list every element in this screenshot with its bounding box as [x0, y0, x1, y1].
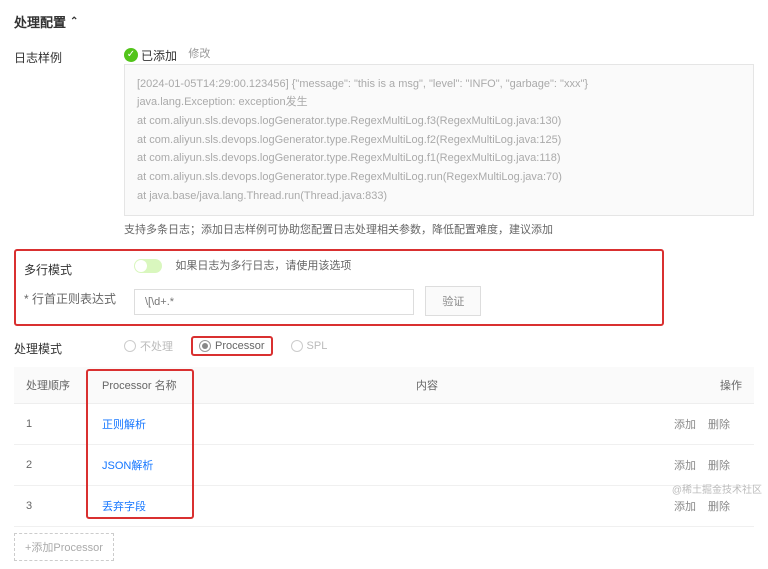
regex-label: * 行首正则表达式	[24, 286, 134, 307]
table-row: 2 JSON解析 添加删除	[14, 444, 754, 485]
log-sample-label: 日志样例	[14, 45, 124, 66]
cell-content	[200, 444, 654, 485]
table-row: 1 正则解析 添加删除	[14, 403, 754, 444]
log-sample-box: [2024-01-05T14:29:00.123456] {"message":…	[124, 64, 754, 217]
add-processor-button[interactable]: +添加Processor	[14, 533, 114, 561]
highlight-box-processor: Processor	[191, 336, 273, 356]
delete-link[interactable]: 删除	[708, 419, 730, 431]
log-line: java.lang.Exception: exception发生	[137, 93, 741, 112]
multiline-label: 多行模式	[24, 257, 134, 278]
processor-link[interactable]: JSON解析	[102, 460, 153, 472]
cell-content	[200, 403, 654, 444]
log-line: at com.aliyun.sls.devops.logGenerator.ty…	[137, 131, 741, 150]
delete-link[interactable]: 删除	[708, 460, 730, 472]
multiline-desc: 如果日志为多行日志，请使用该选项	[175, 260, 351, 272]
th-content: 内容	[200, 367, 654, 404]
th-order: 处理顺序	[14, 367, 90, 404]
radio-spl[interactable]: SPL	[291, 340, 328, 352]
highlight-box-multiline: 多行模式 如果日志为多行日志，请使用该选项 * 行首正则表达式 验证	[14, 249, 664, 326]
mode-radio-group: 不处理 Processor SPL	[124, 336, 754, 356]
log-line: at java.base/java.lang.Thread.run(Thread…	[137, 187, 741, 206]
regex-input[interactable]	[134, 289, 414, 315]
log-line: at com.aliyun.sls.devops.logGenerator.ty…	[137, 112, 741, 131]
th-ops: 操作	[654, 367, 754, 404]
processor-link[interactable]: 正则解析	[102, 419, 146, 431]
cell-order: 2	[14, 444, 90, 485]
cell-order: 1	[14, 403, 90, 444]
th-name: Processor 名称	[90, 367, 200, 404]
log-hint: 支持多条日志；添加日志样例可协助您配置日志处理相关参数，降低配置难度，建议添加	[124, 222, 754, 239]
multiline-toggle[interactable]	[134, 259, 162, 273]
add-link[interactable]: 添加	[674, 460, 696, 472]
check-icon: ✓	[124, 48, 138, 62]
cell-content	[200, 485, 654, 526]
radio-processor[interactable]: Processor	[199, 340, 265, 352]
log-line: at com.aliyun.sls.devops.logGenerator.ty…	[137, 168, 741, 187]
delete-link[interactable]: 删除	[708, 501, 730, 513]
table-row: 3 丢弃字段 添加删除	[14, 485, 754, 526]
status-text: 已添加	[141, 47, 177, 64]
radio-noprocess[interactable]: 不处理	[124, 338, 173, 354]
radio-icon	[124, 340, 136, 352]
status-badge: ✓ 已添加	[124, 47, 177, 64]
processor-table: 处理顺序 Processor 名称 内容 操作 1 正则解析 添加删除2 JSO…	[14, 367, 754, 527]
section-header[interactable]: 处理配置 ⌃	[14, 12, 754, 31]
mode-label: 处理模式	[14, 336, 124, 357]
radio-icon	[291, 340, 303, 352]
section-title-text: 处理配置	[14, 12, 66, 31]
log-line: at com.aliyun.sls.devops.logGenerator.ty…	[137, 149, 741, 168]
radio-icon	[199, 340, 211, 352]
watermark: @稀土掘金技术社区	[672, 481, 762, 496]
processor-link[interactable]: 丢弃字段	[102, 501, 146, 513]
cell-order: 3	[14, 485, 90, 526]
add-link[interactable]: 添加	[674, 501, 696, 513]
log-line: [2024-01-05T14:29:00.123456] {"message":…	[137, 75, 741, 94]
verify-button[interactable]: 验证	[425, 286, 481, 316]
chevron-up-icon: ⌃	[70, 16, 78, 27]
modify-link[interactable]: 修改	[188, 48, 210, 60]
add-link[interactable]: 添加	[674, 419, 696, 431]
